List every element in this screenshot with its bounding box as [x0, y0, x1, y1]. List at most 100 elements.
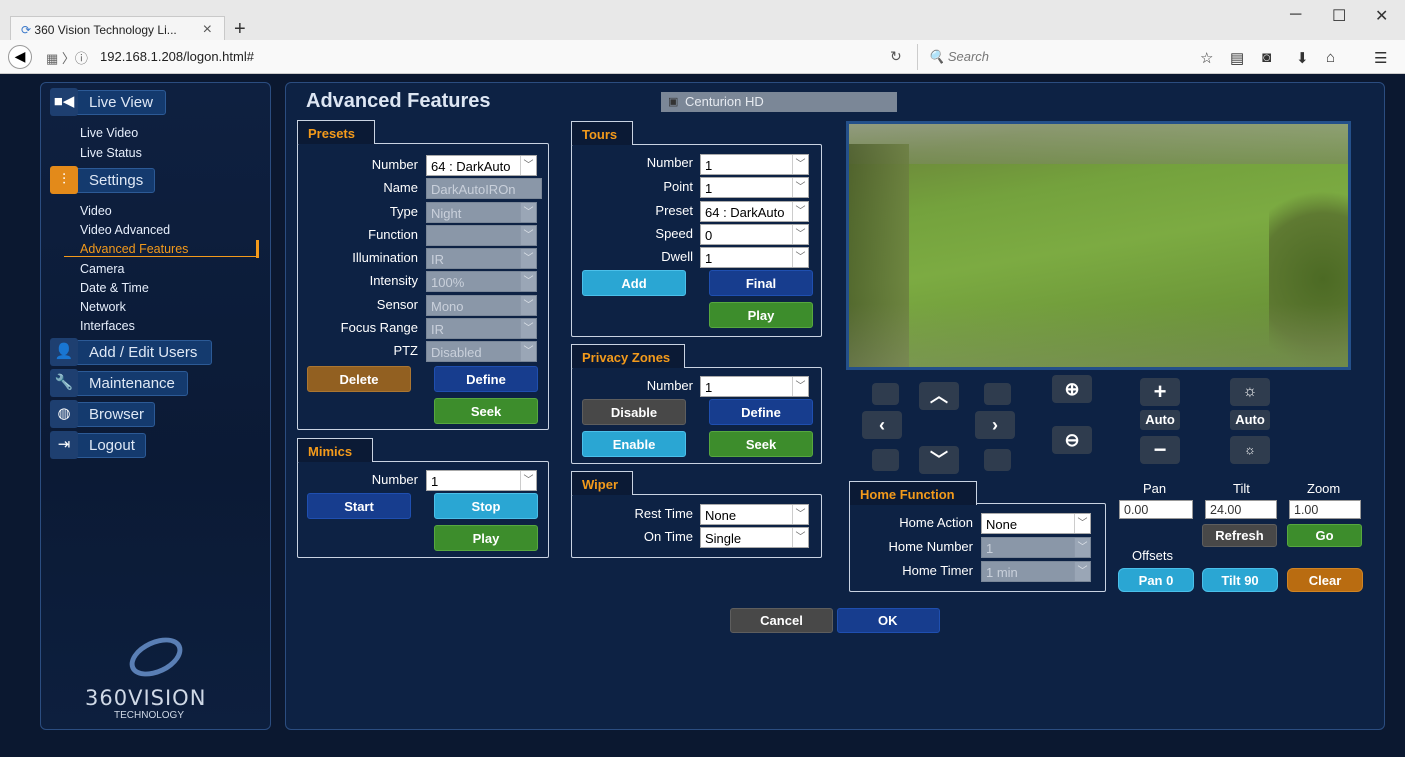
wiper-on-select[interactable]: Single ﹀: [700, 527, 809, 548]
nav-advanced-features[interactable]: Advanced Features: [80, 242, 188, 256]
preset-delete-button[interactable]: Delete: [307, 366, 411, 392]
nav-live-video[interactable]: Live Video: [80, 126, 138, 140]
preset-sensor-select[interactable]: Mono ﹀: [426, 295, 537, 316]
wiper-rest-select[interactable]: None ﹀: [700, 504, 809, 525]
tour-point-select[interactable]: 1 ﹀: [700, 177, 809, 198]
library-icon[interactable]: ▤: [1230, 49, 1244, 67]
privacy-define-button[interactable]: Define: [709, 399, 813, 425]
privacy-number-select[interactable]: 1 ﹀: [700, 376, 809, 397]
reload-icon[interactable]: ↻: [890, 48, 902, 65]
nav-video-advanced[interactable]: Video Advanced: [80, 223, 170, 237]
tour-play-button[interactable]: Play: [709, 302, 813, 328]
pan-0-button[interactable]: Pan 0: [1118, 568, 1194, 592]
preset-number-select[interactable]: 64 : DarkAuto ﹀: [426, 155, 537, 176]
tour-speed-select[interactable]: 0 ﹀: [700, 224, 809, 245]
mimic-play-button[interactable]: Play: [434, 525, 538, 551]
ptz-up-right-button[interactable]: [984, 383, 1011, 405]
preset-illumination-select[interactable]: IR ﹀: [426, 248, 537, 269]
tilt-90-button[interactable]: Tilt 90: [1202, 568, 1278, 592]
zoom-out-icon[interactable]: ⊖: [1052, 426, 1092, 454]
preset-type-select[interactable]: Night ﹀: [426, 202, 537, 223]
ptz-down-right-button[interactable]: [984, 449, 1011, 471]
tilt-input[interactable]: 24.00: [1205, 500, 1277, 519]
new-tab-icon[interactable]: +: [234, 18, 246, 41]
ok-button[interactable]: OK: [837, 608, 940, 633]
privacy-enable-button[interactable]: Enable: [582, 431, 686, 457]
iris-open-icon[interactable]: ☼: [1230, 378, 1270, 406]
maximize-icon[interactable]: ☐: [1332, 6, 1346, 26]
nav-date-time[interactable]: Date & Time: [80, 281, 149, 295]
go-button[interactable]: Go: [1287, 524, 1362, 547]
tour-add-button[interactable]: Add: [582, 270, 686, 296]
zoom-input[interactable]: 1.00: [1289, 500, 1361, 519]
tab-title: 360 Vision Technology Li...: [34, 23, 177, 37]
url-bar[interactable]: 192.168.1.208/logon.html#: [100, 49, 254, 64]
bookmark-star-icon[interactable]: ☆: [1200, 49, 1213, 67]
iris-close-icon[interactable]: ☼: [1230, 436, 1270, 464]
chevron-down-icon: ﹀: [792, 248, 808, 267]
menu-icon[interactable]: ☰: [1374, 49, 1387, 67]
nav-live-status[interactable]: Live Status: [80, 146, 142, 160]
ptz-up-left-button[interactable]: [872, 383, 899, 405]
focus-minus-icon[interactable]: −: [1140, 436, 1180, 464]
tour-final-button[interactable]: Final: [709, 270, 813, 296]
tours-tab[interactable]: Tours: [571, 121, 633, 145]
minimize-icon[interactable]: ─: [1290, 6, 1301, 24]
preset-name-field[interactable]: DarkAutoIROn: [426, 178, 542, 199]
mimic-start-button[interactable]: Start: [307, 493, 411, 519]
mimic-stop-button[interactable]: Stop: [434, 493, 538, 519]
ptz-down-left-button[interactable]: [872, 449, 899, 471]
ptz-right-button[interactable]: ›: [975, 411, 1015, 439]
nav-network[interactable]: Network: [80, 300, 126, 314]
nav-camera[interactable]: Camera: [80, 262, 124, 276]
site-info-icon[interactable]: ▦ 〉ⓘ: [46, 48, 88, 67]
back-icon[interactable]: ◀: [8, 45, 32, 69]
close-tab-icon[interactable]: ×: [203, 21, 212, 39]
refresh-button[interactable]: Refresh: [1202, 524, 1277, 547]
tour-preset-select[interactable]: 64 : DarkAuto ﹀: [700, 201, 809, 222]
auto-iris-button[interactable]: Auto: [1230, 410, 1270, 430]
home-function-tab[interactable]: Home Function: [849, 481, 977, 505]
nav-interfaces[interactable]: Interfaces: [80, 319, 135, 333]
clear-button[interactable]: Clear: [1287, 568, 1363, 592]
preset-ptz-label: PTZ: [393, 343, 418, 358]
tour-number-select[interactable]: 1 ﹀: [700, 154, 809, 175]
preset-define-button[interactable]: Define: [434, 366, 538, 392]
pocket-icon[interactable]: ◙: [1262, 49, 1271, 66]
search-input[interactable]: 🔍 Search: [917, 44, 1177, 70]
home-timer-select[interactable]: 1 min ﹀: [981, 561, 1091, 582]
tour-dwell-select[interactable]: 1 ﹀: [700, 247, 809, 268]
wiper-rest-value: None: [705, 508, 737, 523]
privacy-seek-button[interactable]: Seek: [709, 431, 813, 457]
cancel-button[interactable]: Cancel: [730, 608, 833, 633]
preset-focus-select[interactable]: IR ﹀: [426, 318, 537, 339]
privacy-zones-tab[interactable]: Privacy Zones: [571, 344, 685, 368]
home-icon[interactable]: ⌂: [1326, 49, 1335, 66]
download-icon[interactable]: ⬇: [1296, 49, 1309, 67]
preset-intensity-select[interactable]: 100% ﹀: [426, 271, 537, 292]
presets-tab[interactable]: Presets: [297, 120, 375, 144]
window-close-icon[interactable]: ✕: [1375, 6, 1388, 26]
pan-input[interactable]: 0.00: [1119, 500, 1193, 519]
privacy-disable-button[interactable]: Disable: [582, 399, 686, 425]
live-video-feed[interactable]: [846, 121, 1351, 370]
nav-video[interactable]: Video: [80, 204, 112, 218]
wiper-tab[interactable]: Wiper: [571, 471, 633, 495]
zoom-in-icon[interactable]: ⊕: [1052, 375, 1092, 403]
preset-seek-button[interactable]: Seek: [434, 398, 538, 424]
home-number-select[interactable]: 1 ﹀: [981, 537, 1091, 558]
privacy-number-label: Number: [646, 378, 693, 393]
preset-ptz-select[interactable]: Disabled ﹀: [426, 341, 537, 362]
ptz-left-button[interactable]: ‹: [862, 411, 902, 439]
focus-plus-icon[interactable]: +: [1140, 378, 1180, 406]
preset-function-select[interactable]: ﹀: [426, 225, 537, 246]
mimic-number-select[interactable]: 1 ﹀: [426, 470, 537, 491]
auto-focus-button[interactable]: Auto: [1140, 410, 1180, 430]
browser-tab[interactable]: ⟳ 360 Vision Technology Li... ×: [10, 16, 225, 42]
mimics-tab[interactable]: Mimics: [297, 438, 373, 462]
preset-number-value: 64 : DarkAuto: [431, 159, 511, 174]
ptz-up-button[interactable]: ︿: [919, 382, 959, 410]
ptz-down-button[interactable]: ﹀: [919, 446, 959, 474]
home-action-select[interactable]: None ﹀: [981, 513, 1091, 534]
nav-live-view-label: Live View: [89, 94, 153, 111]
